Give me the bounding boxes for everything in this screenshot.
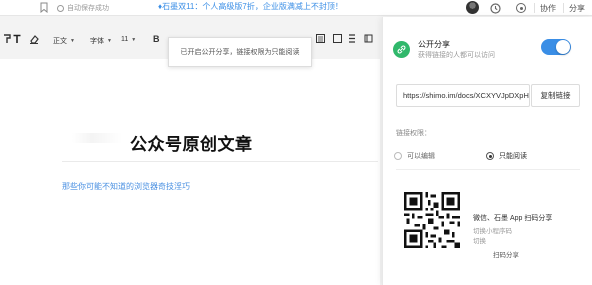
format-painter-icon[interactable] [3,34,12,46]
save-status-text: 自动保存成功 [67,5,109,12]
size-dropdown[interactable]: 11 ▼ [121,36,136,43]
history-icon [489,2,501,14]
chevron-down-icon: ▼ [107,38,112,44]
collaborate-button[interactable]: 协作 [540,3,556,14]
check-circle-icon [57,4,64,12]
permission-label: 链接权限： [396,130,431,137]
permission-option-edit[interactable]: 可以编辑 [394,151,435,161]
size-dropdown-label: 11 [121,36,129,43]
chevron-down-icon: ▼ [70,38,75,44]
document-link[interactable]: 那些你可能不知道的浏览器奇技淫巧 [62,181,190,192]
radio-read[interactable] [486,152,494,160]
font-dropdown-label: 字体 [90,38,104,45]
style-dropdown-label: 正文 [53,38,67,45]
promo-banner[interactable]: ♦石墨双11：个人高级版7折，企业版满减上不封顶！ [158,1,343,12]
share-status-tooltip: 已开启公开分享，链接权限为只能阅读 [168,37,312,67]
permission-option-read-label: 只能阅读 [499,153,527,160]
toggle-knob [556,40,570,54]
public-share-title: 公开分享 [418,40,450,49]
bold-icon[interactable] [348,34,356,45]
title-placeholder-ghost [72,133,122,143]
tooltip-text: 已开启公开分享，链接权限为只能阅读 [180,49,300,56]
permission-option-edit-label: 可以编辑 [407,153,435,160]
permission-option-read[interactable]: 只能阅读 [486,151,527,161]
style-dropdown[interactable]: 正文 ▼ [53,36,75,46]
location-button[interactable] [511,0,531,16]
share-panel: 公开分享 获得链接的人都可以访问 https://shimo.im/docs/X… [382,17,592,285]
more-format-icon[interactable] [333,34,342,45]
avatar[interactable] [466,1,479,14]
copy-link-button[interactable]: 复制链接 [531,84,580,107]
radio-edit[interactable] [394,152,402,160]
qr-code-icon [404,192,460,248]
qr-title: 微信、石墨 App 扫码分享 [473,215,553,222]
title-divider [62,161,378,162]
document-canvas[interactable] [0,59,380,285]
divider [534,3,535,13]
font-dropdown[interactable]: 字体 ▼ [90,36,112,46]
save-status: 自动保存成功 [57,3,109,13]
target-icon [516,3,526,13]
panel-divider [396,169,580,170]
switch-miniprogram-link[interactable]: 切换小程序码 [473,225,512,235]
bold-button[interactable]: B [153,34,160,44]
share-url-field[interactable]: https://shimo.im/docs/XCXYVJpDXpHYp [396,84,530,107]
eraser-icon[interactable] [29,34,39,46]
divider [563,3,564,13]
history-button[interactable] [485,0,505,16]
text-style-icon[interactable] [13,34,21,46]
public-share-toggle[interactable] [541,39,571,55]
align-icon[interactable] [316,34,325,45]
link-icon [393,41,410,58]
qr-scan-label: 扫码分享 [493,252,519,259]
switch-link[interactable]: 切换 [473,235,486,245]
document-title[interactable]: 公众号原创文章 [130,130,253,155]
public-share-subtitle: 获得链接的人都可以访问 [418,52,495,59]
share-button[interactable]: 分享 [569,3,585,14]
top-bar: 自动保存成功 ♦石墨双11：个人高级版7折，企业版满减上不封顶！ 协作 分享 [0,0,592,16]
chevron-down-icon: ▼ [131,36,137,43]
bookmark-icon[interactable] [40,2,48,14]
expand-icon[interactable] [364,34,373,45]
